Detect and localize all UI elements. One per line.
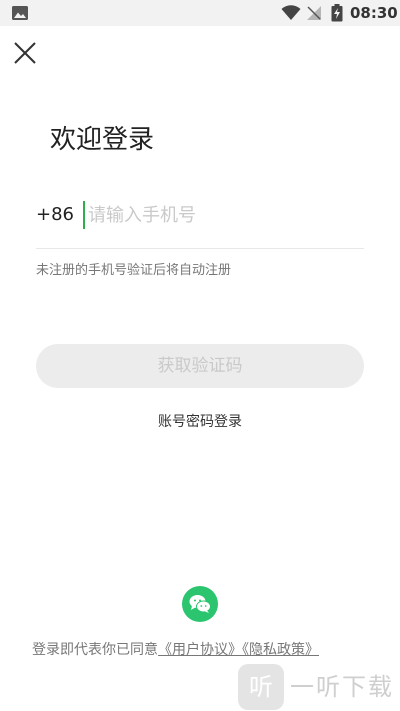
battery-icon: [331, 4, 343, 22]
privacy-policy-link[interactable]: 《隐私政策》: [242, 642, 319, 658]
agreement-text: 登录即代表你已同意《用户协议》《隐私政策》: [32, 640, 319, 660]
status-time: 08:30: [350, 4, 398, 22]
phone-row: +86: [36, 198, 364, 248]
watermark-logo-char: 听: [249, 673, 273, 701]
wechat-login-button[interactable]: [182, 586, 218, 622]
wechat-icon: [189, 595, 211, 613]
image-icon: [12, 6, 28, 20]
user-agreement-link[interactable]: 《用户协议》: [158, 642, 242, 658]
get-code-button[interactable]: 获取验证码: [36, 344, 364, 388]
close-icon[interactable]: [12, 40, 38, 66]
phone-input[interactable]: [83, 201, 358, 229]
auto-register-hint: 未注册的手机号验证后将自动注册: [36, 263, 232, 278]
phone-divider: [36, 248, 364, 249]
signal-icon: [307, 6, 321, 20]
password-login-link[interactable]: 账号密码登录: [0, 412, 400, 432]
watermark-text: 一听下载: [290, 673, 394, 701]
watermark-logo: 听: [238, 664, 284, 710]
watermark: 听 一听下载: [238, 664, 400, 710]
country-code[interactable]: +86: [36, 203, 74, 227]
agreement-prefix: 登录即代表你已同意: [32, 642, 158, 658]
status-bar: 08:30: [0, 0, 400, 26]
wifi-icon: [281, 5, 301, 20]
page-title: 欢迎登录: [50, 125, 155, 155]
